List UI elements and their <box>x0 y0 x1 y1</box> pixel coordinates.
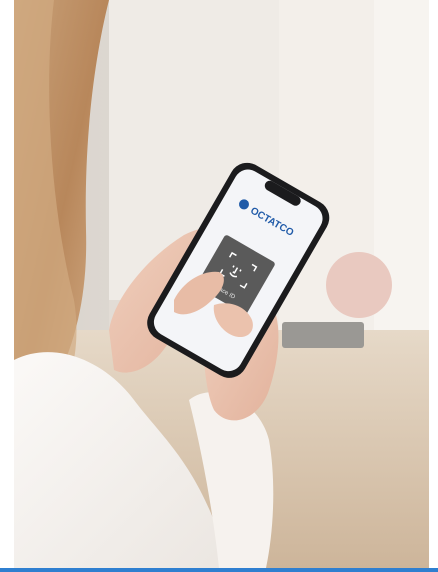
photo: OCTATCO Face ID <box>14 0 429 568</box>
bottom-accent-rule <box>0 568 438 572</box>
photo-scene: OCTATCO Face ID <box>14 0 429 568</box>
